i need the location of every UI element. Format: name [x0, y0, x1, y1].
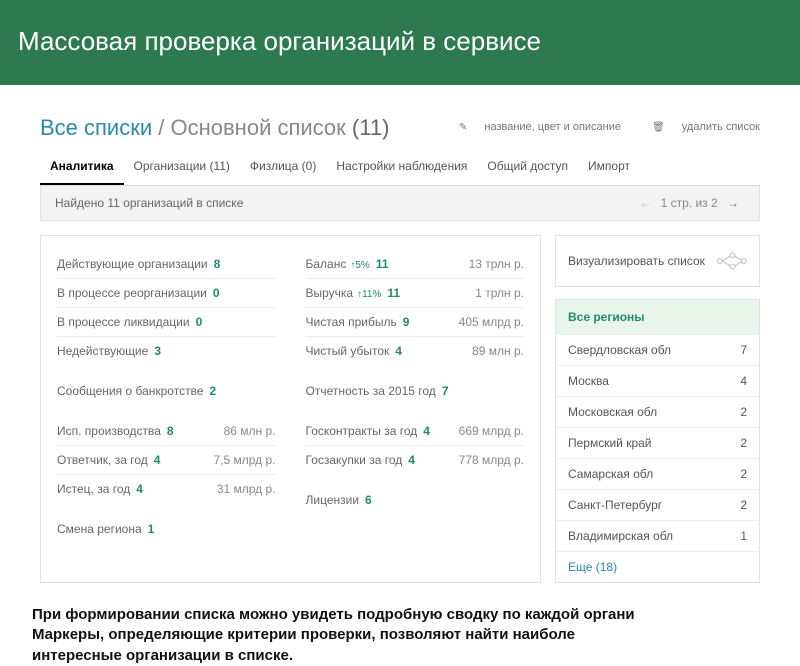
pager-next[interactable]: → — [721, 196, 745, 210]
pager-label: 1 стр. из 2 — [661, 196, 718, 210]
graph-icon — [715, 250, 747, 272]
footer-text: При формировании списка можно увидеть по… — [32, 605, 780, 666]
stats-col-left: Действующие организации8В процессе реорг… — [57, 250, 276, 543]
tab[interactable]: Импорт — [578, 151, 640, 183]
title-actions: ✎название, цвет и описание 🗑удалить спис… — [431, 121, 760, 133]
stat-row[interactable]: Госконтракты за год4669 млрд р. — [306, 417, 525, 446]
stat-row[interactable]: Отчетность за 2015 год7 — [306, 377, 525, 405]
pager-prev[interactable]: ← — [633, 196, 657, 210]
stats-card: Действующие организации8В процессе реорг… — [40, 235, 541, 583]
delete-list-button[interactable]: 🗑удалить список — [638, 121, 760, 133]
edit-list-button[interactable]: ✎название, цвет и описание — [445, 121, 621, 133]
regions-head[interactable]: Все регионы — [556, 300, 759, 334]
stat-row[interactable]: Ответчик, за год47,5 млрд р. — [57, 446, 276, 475]
banner-title: Массовая проверка организаций в сервисе — [18, 26, 541, 56]
region-row[interactable]: Самарская обл2 — [556, 458, 759, 489]
stat-row[interactable]: Госзакупки за год4778 млрд р. — [306, 446, 525, 474]
tabs: АналитикаОрганизации (11)Физлица (0)Наст… — [40, 151, 760, 186]
visualize-button[interactable]: Визуализировать список — [555, 235, 760, 287]
pager: ← 1 стр. из 2 → — [633, 196, 745, 210]
main-row: Действующие организации8В процессе реорг… — [40, 235, 760, 583]
stat-row[interactable]: Баланс↑5%1113 трлн р. — [306, 250, 525, 279]
tab[interactable]: Настройки наблюдения — [326, 151, 477, 183]
regions-panel: Все регионы Свердловская обл7Москва4Моск… — [555, 299, 760, 583]
stat-row[interactable]: Истец, за год431 млрд р. — [57, 475, 276, 503]
stat-row[interactable]: Недействующие3 — [57, 337, 276, 365]
stat-row[interactable]: Исп. производства886 млн р. — [57, 417, 276, 446]
region-row[interactable]: Пермский край2 — [556, 427, 759, 458]
breadcrumb-sep: / — [158, 115, 170, 140]
tab[interactable]: Аналитика — [40, 151, 124, 185]
breadcrumb-root[interactable]: Все списки — [40, 115, 152, 140]
region-row[interactable]: Москва4 — [556, 365, 759, 396]
breadcrumb-count: (11) — [352, 115, 390, 140]
tab[interactable]: Физлица (0) — [240, 151, 326, 183]
region-row[interactable]: Владимирская обл1 — [556, 520, 759, 551]
side-column: Визуализировать список Все регионы Сверд… — [555, 235, 760, 583]
trash-icon: 🗑 — [652, 122, 665, 133]
tab[interactable]: Организации (11) — [124, 151, 240, 183]
breadcrumb-current: Основной список — [171, 115, 346, 140]
region-row[interactable]: Московская обл2 — [556, 396, 759, 427]
stat-row[interactable]: Смена региона1 — [57, 515, 276, 543]
tab[interactable]: Общий доступ — [477, 151, 578, 183]
found-label: Найдено 11 организаций в списке — [55, 196, 243, 210]
stat-row[interactable]: Выручка↑11%111 трлн р. — [306, 279, 525, 308]
stat-row[interactable]: Чистая прибыль9405 млрд р. — [306, 308, 525, 337]
stat-row[interactable]: Действующие организации8 — [57, 250, 276, 279]
region-row[interactable]: Свердловская обл7 — [556, 334, 759, 365]
stat-row[interactable]: Лицензии6 — [306, 486, 525, 514]
stats-col-right: Баланс↑5%1113 трлн р.Выручка↑11%111 трлн… — [306, 250, 525, 543]
regions-more[interactable]: Еще (18) — [556, 551, 759, 582]
stat-row[interactable]: В процессе реорганизации0 — [57, 279, 276, 308]
content: Все списки / Основной список (11) ✎назва… — [0, 85, 800, 583]
stat-row[interactable]: Сообщения о банкротстве2 — [57, 377, 276, 405]
region-row[interactable]: Санкт-Петербург2 — [556, 489, 759, 520]
banner: Массовая проверка организаций в сервисе — [0, 0, 800, 85]
summary-bar: Найдено 11 организаций в списке ← 1 стр.… — [40, 186, 760, 221]
stat-row[interactable]: Чистый убыток489 млн р. — [306, 337, 525, 365]
stat-row[interactable]: В процессе ликвидации0 — [57, 308, 276, 337]
visualize-label: Визуализировать список — [568, 254, 705, 268]
pencil-icon: ✎ — [459, 122, 467, 133]
